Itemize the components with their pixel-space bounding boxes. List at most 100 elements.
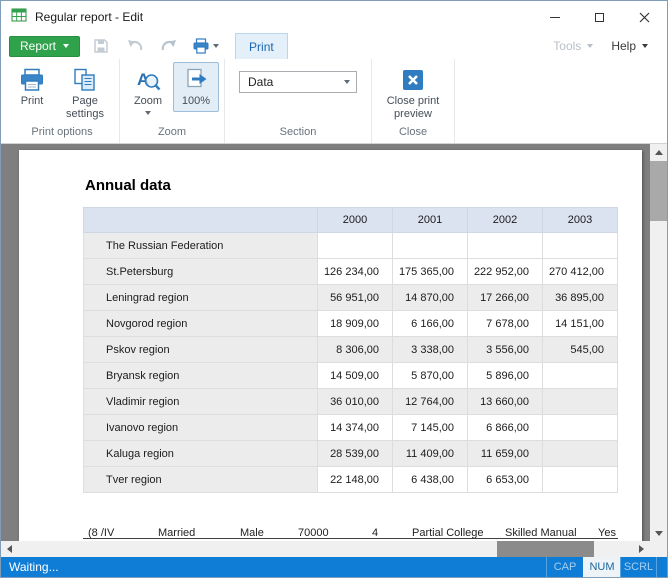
page-settings-icon — [72, 68, 98, 92]
value-cell — [318, 233, 393, 259]
table-row: Leningrad region56 951,0014 870,0017 266… — [84, 285, 618, 311]
table-row: Novgorod region18 909,006 166,007 678,00… — [84, 311, 618, 337]
close-button[interactable] — [622, 1, 667, 33]
redo-icon — [160, 38, 178, 54]
quick-print-button[interactable] — [192, 38, 219, 54]
value-cell: 36 895,00 — [543, 285, 618, 311]
report-menu-label: Report — [20, 39, 56, 53]
value-cell — [393, 233, 468, 259]
scroll-up-button[interactable] — [650, 144, 667, 160]
vertical-scroll-thumb[interactable] — [650, 161, 667, 221]
menu-help[interactable]: Help — [602, 33, 657, 59]
indicator-num: NUM — [583, 557, 620, 577]
undo-button[interactable] — [122, 34, 148, 58]
zoom-button[interactable]: A Zoom — [125, 62, 171, 119]
report-page: Annual data 2000200120022003 The Russian… — [19, 150, 642, 541]
value-cell: 14 374,00 — [318, 415, 393, 441]
group-label-close: Close — [377, 124, 449, 143]
table-row: Vladimir region36 010,0012 764,0013 660,… — [84, 389, 618, 415]
scroll-right-button[interactable] — [633, 541, 650, 557]
group-label-print-options: Print options — [10, 124, 114, 143]
value-cell — [543, 363, 618, 389]
page-settings-label: Page settings — [61, 95, 109, 120]
tools-label: Tools — [553, 39, 581, 53]
titlebar: Regular report - Edit — [1, 1, 667, 33]
print-button[interactable]: Print — [10, 62, 54, 112]
value-cell: 56 951,00 — [318, 285, 393, 311]
printer-icon — [192, 38, 210, 54]
report-table: 2000200120022003 The Russian FederationS… — [83, 207, 618, 493]
close-preview-label: Close print preview — [382, 95, 444, 120]
chevron-down-icon — [145, 111, 151, 115]
value-cell: 7 678,00 — [468, 311, 543, 337]
scroll-down-button[interactable] — [650, 525, 667, 541]
close-icon — [639, 12, 650, 23]
chevron-down-icon — [63, 44, 69, 48]
chevron-down-icon — [213, 44, 219, 48]
status-message: Waiting... — [9, 560, 546, 574]
zoom-button-label: Zoom — [134, 95, 162, 108]
maximize-button[interactable] — [577, 1, 622, 33]
report-menu-button[interactable]: Report — [9, 36, 80, 57]
row-label-cell: Ivanovo region — [84, 415, 318, 441]
arrow-down-icon — [655, 531, 663, 536]
clipped-cell: Male — [240, 527, 264, 539]
value-cell: 14 151,00 — [543, 311, 618, 337]
row-label-cell: The Russian Federation — [84, 233, 318, 259]
row-label-cell: Tver region — [84, 467, 318, 493]
value-cell: 12 764,00 — [393, 389, 468, 415]
table-row: Ivanovo region14 374,007 145,006 866,00 — [84, 415, 618, 441]
zoom-100-button[interactable]: 100% — [173, 62, 219, 112]
corner-header-cell — [84, 208, 318, 233]
value-cell: 545,00 — [543, 337, 618, 363]
table-row: St.Petersburg126 234,00175 365,00222 952… — [84, 259, 618, 285]
redo-button[interactable] — [156, 34, 182, 58]
zoom-100-label: 100% — [182, 95, 210, 108]
horizontal-scroll-thumb[interactable] — [497, 541, 594, 557]
scroll-left-button[interactable] — [1, 541, 18, 557]
zoom-icon: A — [135, 68, 161, 92]
status-indicators: CAPNUMSCRL — [546, 557, 657, 577]
row-label-cell: Novgorod region — [84, 311, 318, 337]
clipped-cell: (8 /IV — [88, 527, 114, 539]
chevron-down-icon — [344, 80, 350, 84]
value-cell: 222 952,00 — [468, 259, 543, 285]
undo-icon — [126, 38, 144, 54]
save-button[interactable] — [88, 34, 114, 58]
tab-print[interactable]: Print — [235, 33, 288, 59]
horizontal-scrollbar[interactable] — [1, 541, 650, 557]
value-cell: 3 338,00 — [393, 337, 468, 363]
group-label-section: Section — [230, 124, 366, 143]
page-settings-button[interactable]: Page settings — [56, 62, 114, 124]
report-table-body: The Russian FederationSt.Petersburg126 2… — [84, 233, 618, 493]
vertical-scrollbar[interactable] — [650, 144, 667, 541]
value-cell: 6 438,00 — [393, 467, 468, 493]
menu-tools[interactable]: Tools — [544, 33, 602, 59]
window-controls — [532, 1, 667, 33]
row-label-cell: Pskov region — [84, 337, 318, 363]
close-preview-icon — [401, 68, 425, 92]
value-cell: 36 010,00 — [318, 389, 393, 415]
clipped-row: (8 /IVMarriedMale700004Partial CollegeSk… — [83, 527, 618, 539]
clipped-cell: 70000 — [298, 527, 329, 539]
value-cell: 126 234,00 — [318, 259, 393, 285]
window-title: Regular report - Edit — [35, 10, 143, 24]
print-button-label: Print — [21, 95, 44, 108]
value-cell: 7 145,00 — [393, 415, 468, 441]
value-cell — [543, 415, 618, 441]
section-selected-value: Data — [248, 75, 273, 89]
section-combobox[interactable]: Data — [239, 71, 357, 93]
save-icon — [93, 38, 109, 54]
value-cell: 14 509,00 — [318, 363, 393, 389]
value-cell: 11 409,00 — [393, 441, 468, 467]
value-cell: 11 659,00 — [468, 441, 543, 467]
value-cell — [468, 233, 543, 259]
value-cell: 5 870,00 — [393, 363, 468, 389]
close-print-preview-button[interactable]: Close print preview — [377, 62, 449, 124]
clipped-cell: Married — [158, 527, 195, 539]
minimize-button[interactable] — [532, 1, 577, 33]
value-cell — [543, 441, 618, 467]
value-cell: 17 266,00 — [468, 285, 543, 311]
value-cell: 270 412,00 — [543, 259, 618, 285]
app-window: Regular report - Edit Report — [0, 0, 668, 578]
